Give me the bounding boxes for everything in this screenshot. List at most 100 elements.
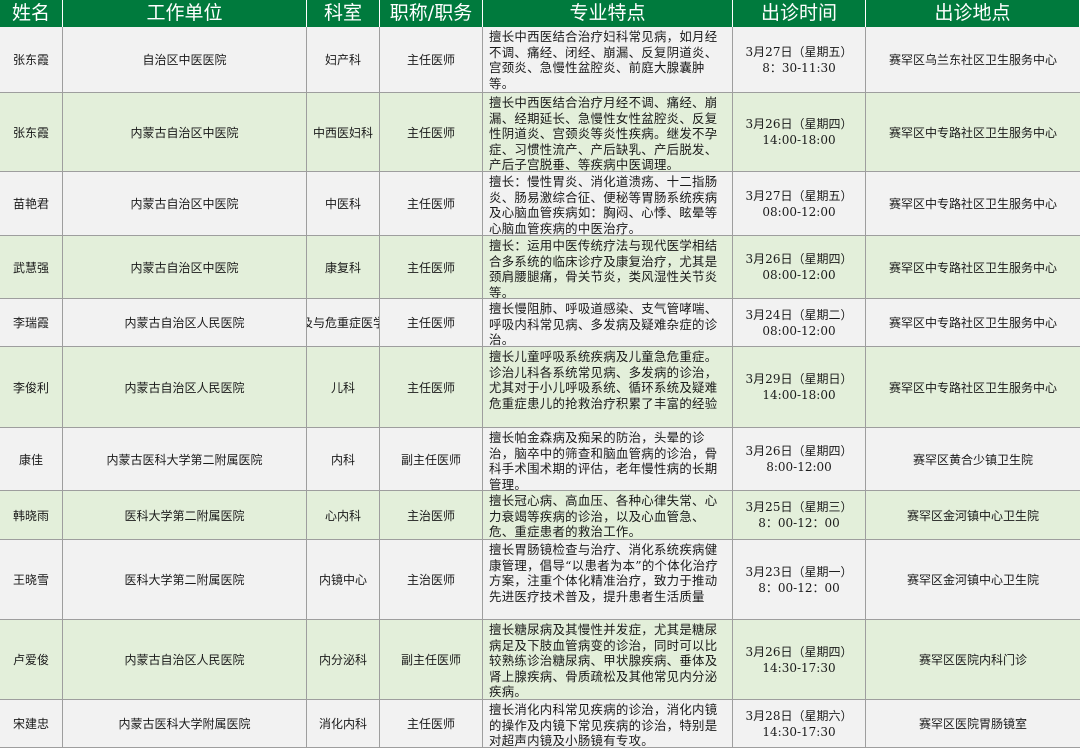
table-row: 李瑞霞内蒙古自治区人民医院及与危重症医学主任医师擅长慢阻肺、呼吸道感染、支气管哮… — [0, 299, 1080, 347]
location-cell: 赛罕区医院内科门诊 — [918, 653, 1027, 667]
dept-cell: 内镜中心 — [307, 540, 380, 619]
clinic-date: 3月24日（星期二） — [745, 307, 853, 322]
time-cell: 3月26日（星期四） 8:00-12:00 — [733, 428, 866, 490]
clinic-hours: 8：30-11:30 — [762, 60, 836, 75]
header-title: 职称/职务 — [380, 0, 483, 27]
location-cell: 赛罕区中专路社区卫生服务中心 — [888, 316, 1057, 330]
org-cell: 内蒙古自治区人民医院 — [63, 347, 307, 427]
dept-cell: 及与危重症医学 — [307, 299, 380, 346]
table-row: 卢爱俊 内蒙古自治区人民医院 内分泌科 副主任医师 擅长糖尿病及其慢性并发症，尤其是糖尿… — [0, 620, 1080, 700]
title-cell: 主任医师 — [380, 236, 483, 298]
time-cell: 3月26日（星期四） 08:00-12:00 — [733, 236, 866, 298]
clinic-date: 3月26日（星期四） — [745, 117, 853, 131]
dept-cell: 内科 — [307, 428, 380, 490]
org-cell: 内蒙古自治区人民医院 — [63, 620, 307, 699]
clinic-date: 3月26日（星期四） — [745, 252, 853, 266]
clinic-hours: 8:00-12:00 — [766, 460, 832, 474]
doctor-name-cell: 张东霞 — [0, 93, 63, 171]
clinic-hours: 14:30-17:30 — [762, 724, 836, 739]
clinic-hours: 14:00-18:00 — [762, 133, 836, 147]
dept-cell: 妇产科 — [307, 27, 380, 92]
specialty-cell: 擅长中西医结合治疗月经不调、痛经、崩漏、经期延长、急慢性女性盆腔炎、反复性阴道炎… — [483, 93, 733, 171]
dept-cell: 内分泌科 — [307, 620, 380, 699]
location-cell: 赛罕区中专路社区卫生服务中心 — [888, 260, 1057, 275]
time-cell: 3月27日（星期五） 08:00-12:00 — [733, 172, 866, 235]
location-cell: 赛罕区医院胃肠镜室 — [918, 717, 1027, 731]
clinic-date: 3月27日（星期五） — [745, 188, 853, 203]
clinic-hours: 08:00-12:00 — [762, 323, 836, 338]
header-specialty: 专业特点 — [483, 0, 733, 27]
table-row: 苗艳君 内蒙古自治区中医院 中医科 主任医师 擅长：慢性胃炎、消化道溃疡、十二指肠炎、肠… — [0, 172, 1080, 236]
clinic-date: 3月25日（星期三） — [745, 500, 853, 514]
org-cell: 内蒙古自治区人民医院 — [63, 299, 307, 346]
clinic-hours: 8：00-12：00 — [758, 516, 840, 530]
doctor-name-cell: 苗艳君 — [0, 172, 63, 235]
dept-cell: 消化内科 — [307, 700, 380, 747]
time-cell: 3月29日（星期日） 14:00-18:00 — [733, 347, 866, 427]
location-cell: 赛罕区金河镇中心卫生院 — [906, 573, 1039, 587]
specialty-cell: 擅长消化内科常见疾病的诊治，消化内镜的操作及内镜下常见疾病的诊治，特别是对超声内… — [483, 700, 733, 747]
doctor-name-cell: 王晓雪 — [0, 540, 63, 619]
specialty-cell: 擅长帕金森病及痴呆的防治，头晕的诊治，脑卒中的筛查和脑血管病的诊治，骨科手术围术… — [483, 428, 733, 490]
doctor-name-cell: 张东霞 — [0, 27, 63, 92]
title-cell: 副主任医师 — [380, 620, 483, 699]
header-location: 出诊地点 — [866, 0, 1080, 27]
title-cell: 主任医师 — [380, 700, 483, 747]
doctor-name-cell: 李俊利 — [0, 347, 63, 427]
header-org: 工作单位 — [63, 0, 307, 27]
org-cell: 医科大学第二附属医院 — [63, 540, 307, 619]
specialty-cell: 擅长冠心病、高血压、各种心律失常、心力衰竭等疾病的诊治，以及心血管急、危、重症患… — [483, 491, 733, 539]
table-row: 武慧强 内蒙古自治区中医院 康复科 主任医师 擅长：运用中医传统疗法与现代医学相结合多系… — [0, 236, 1080, 299]
title-cell: 主任医师 — [380, 27, 483, 92]
title-cell: 主任医师 — [380, 299, 483, 346]
table-row: 张东霞 自治区中医医院 妇产科 主任医师 擅长中西医结合治疗妇科常见病，如月经不调、痛经… — [0, 27, 1080, 93]
org-cell: 内蒙古自治区中医院 — [63, 172, 307, 235]
org-cell: 自治区中医医院 — [63, 27, 307, 92]
doctor-name-cell: 宋建忠 — [0, 700, 63, 747]
time-cell: 3月26日（星期四） 14:30-17:30 — [733, 620, 866, 699]
header-name: 姓名 — [0, 0, 63, 27]
clinic-hours: 14:30-17:30 — [762, 660, 836, 675]
table-header: 姓名 工作单位 科室 职称/职务 专业特点 出诊时间 出诊地点 — [0, 0, 1080, 27]
dept-cell: 康复科 — [307, 236, 380, 298]
clinic-date: 3月28日（星期六） — [745, 708, 853, 723]
clinic-date: 3月29日（星期日） — [745, 372, 853, 386]
doctor-name-cell: 卢爱俊 — [0, 620, 63, 699]
location-cell: 赛罕区中专路社区卫生服务中心 — [888, 197, 1057, 211]
specialty-cell: 擅长：慢性胃炎、消化道溃疡、十二指肠炎、肠易激综合征、便秘等胃肠系统疾病及心脑血… — [483, 172, 733, 235]
location-cell: 赛罕区中专路社区卫生服务中心 — [888, 380, 1057, 395]
header-time: 出诊时间 — [733, 0, 866, 27]
time-cell: 3月26日（星期四） 14:00-18:00 — [733, 93, 866, 171]
title-cell: 主任医师 — [380, 347, 483, 427]
title-cell: 主任医师 — [380, 172, 483, 235]
header-dept: 科室 — [307, 0, 380, 27]
clinic-date: 3月26日（星期四） — [745, 444, 853, 458]
doctor-name-cell: 武慧强 — [0, 236, 63, 298]
location-cell: 赛罕区中专路社区卫生服务中心 — [888, 125, 1057, 140]
org-cell: 内蒙古医科大学附属医院 — [63, 700, 307, 747]
title-cell: 主任医师 — [380, 93, 483, 171]
clinic-hours: 14:00-18:00 — [762, 388, 836, 402]
table-row: 李俊利 内蒙古自治区人民医院 儿科 主任医师 擅长儿童呼吸系统疾病及儿童急危重症。诊治儿… — [0, 347, 1080, 428]
location-cell: 赛罕区黄合少镇卫生院 — [912, 452, 1033, 467]
doctor-schedule-table: 姓名 工作单位 科室 职称/职务 专业特点 出诊时间 出诊地点 张东霞 自治区中医… — [0, 0, 1080, 748]
org-cell: 医科大学第二附属医院 — [63, 491, 307, 539]
clinic-date: 3月27日（星期五） — [745, 44, 853, 59]
table-row: 宋建忠 内蒙古医科大学附属医院 消化内科 主任医师 擅长消化内科常见疾病的诊治，消化内镜… — [0, 700, 1080, 748]
clinic-date: 3月26日（星期四） — [745, 644, 853, 659]
table-row: 张东霞 内蒙古自治区中医院 中西医妇科 主任医师 擅长中西医结合治疗月经不调、痛经、崩漏… — [0, 93, 1080, 172]
dept-cell: 中医科 — [307, 172, 380, 235]
clinic-hours: 08:00-12:00 — [762, 268, 836, 282]
title-cell: 主治医师 — [380, 491, 483, 539]
org-cell: 内蒙古自治区中医院 — [63, 93, 307, 171]
table-row: 王晓雪 医科大学第二附属医院 内镜中心 主治医师 擅长胃肠镜检查与治疗、消化系统疾病健康… — [0, 540, 1080, 620]
clinic-hours: 8：00-12：00 — [758, 580, 840, 595]
doctor-name-cell: 康佳 — [0, 428, 63, 490]
title-cell: 主治医师 — [380, 540, 483, 619]
time-cell: 3月25日（星期三） 8：00-12：00 — [733, 491, 866, 539]
clinic-hours: 08:00-12:00 — [762, 204, 836, 219]
title-cell: 副主任医师 — [380, 428, 483, 490]
doctor-name-cell: 李瑞霞 — [0, 299, 63, 346]
org-cell: 内蒙古医科大学第二附属医院 — [63, 428, 307, 490]
doctor-name-cell: 韩晓雨 — [0, 491, 63, 539]
